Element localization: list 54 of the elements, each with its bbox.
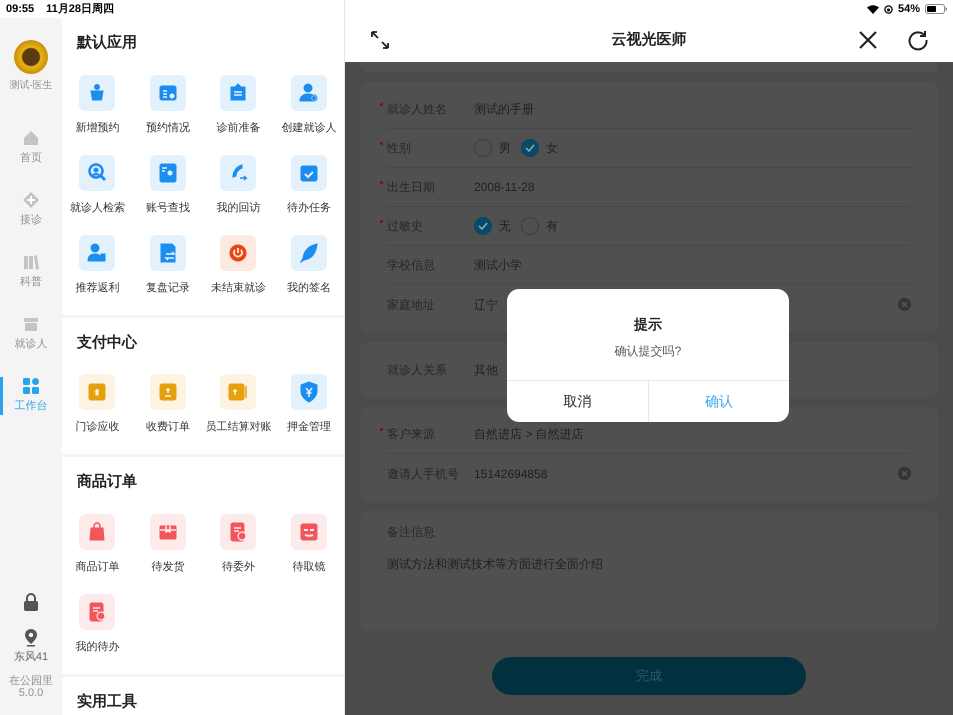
section-title: 支付中心: [76, 332, 138, 352]
app-shortcut[interactable]: 就诊人检索: [62, 154, 132, 226]
check-icon: [478, 222, 488, 230]
radio-button[interactable]: [474, 217, 492, 235]
lock-button[interactable]: [23, 592, 39, 610]
battery-percent: 54%: [898, 2, 920, 17]
app-shortcut[interactable]: 待委外: [203, 514, 274, 586]
cancel-button[interactable]: 取消: [507, 381, 648, 422]
close-button[interactable]: [857, 29, 879, 51]
app-shortcut[interactable]: 诊前准备: [203, 74, 274, 146]
app-shortcut[interactable]: 我的回访: [203, 154, 274, 226]
page-title: 云视光医师: [612, 30, 686, 50]
refresh-button[interactable]: [907, 29, 929, 51]
status-time: 09:55: [6, 2, 34, 17]
app-shortcut[interactable]: 账号查找: [132, 154, 203, 226]
box-icon: [22, 315, 40, 334]
expand-button[interactable]: [369, 29, 391, 51]
user-name: 测试-医生: [9, 78, 53, 93]
rotation-lock-icon: [884, 4, 893, 14]
section-title: 实用工具: [76, 692, 138, 712]
app-shortcut[interactable]: 员工结算对账: [203, 374, 274, 446]
section-title: 商品订单: [76, 472, 138, 492]
app-shortcut[interactable]: 待取镜: [274, 514, 344, 586]
location-pin-icon: [24, 628, 38, 646]
store-name: 在公园里: [9, 675, 53, 687]
app-shortcut[interactable]: 未结束就诊: [203, 234, 274, 306]
radio-button[interactable]: [521, 139, 539, 157]
app-shortcut[interactable]: 新增预约: [62, 74, 132, 146]
app-shortcut[interactable]: 推荐返利: [62, 234, 132, 306]
app-shortcut[interactable]: 门诊应收: [62, 374, 132, 446]
app-shortcut[interactable]: 预约情况: [132, 74, 203, 146]
dialog-title: 提示: [634, 314, 662, 334]
check-icon: [525, 144, 535, 152]
app-shortcut[interactable]: 我的签名: [274, 234, 344, 306]
app-shortcut[interactable]: 押金管理: [274, 374, 344, 446]
app-shortcut[interactable]: 我的待办: [62, 594, 132, 666]
location-name: 东风41: [14, 650, 48, 664]
books-icon: [22, 253, 40, 272]
grid-icon: [22, 377, 40, 396]
app-shortcut[interactable]: 待发货: [132, 514, 203, 586]
wifi-icon: [866, 4, 879, 14]
plus-icon: [22, 191, 40, 210]
section-title: 默认应用: [76, 33, 138, 53]
avatar-image[interactable]: [14, 40, 48, 74]
app-shortcut[interactable]: 待办任务: [274, 154, 344, 226]
app-shortcut[interactable]: 商品订单: [62, 514, 132, 586]
app-shortcut[interactable]: 收费订单: [132, 374, 203, 446]
battery-icon: [925, 4, 947, 14]
app-shortcut[interactable]: 创建就诊人: [274, 74, 344, 146]
home-icon: [22, 129, 40, 148]
dialog-message: 确认提交吗?: [614, 342, 682, 360]
app-shortcut[interactable]: 复盘记录: [132, 234, 203, 306]
status-date: 11月28日周四: [46, 2, 114, 17]
version-number: 5.0.0: [18, 687, 44, 699]
